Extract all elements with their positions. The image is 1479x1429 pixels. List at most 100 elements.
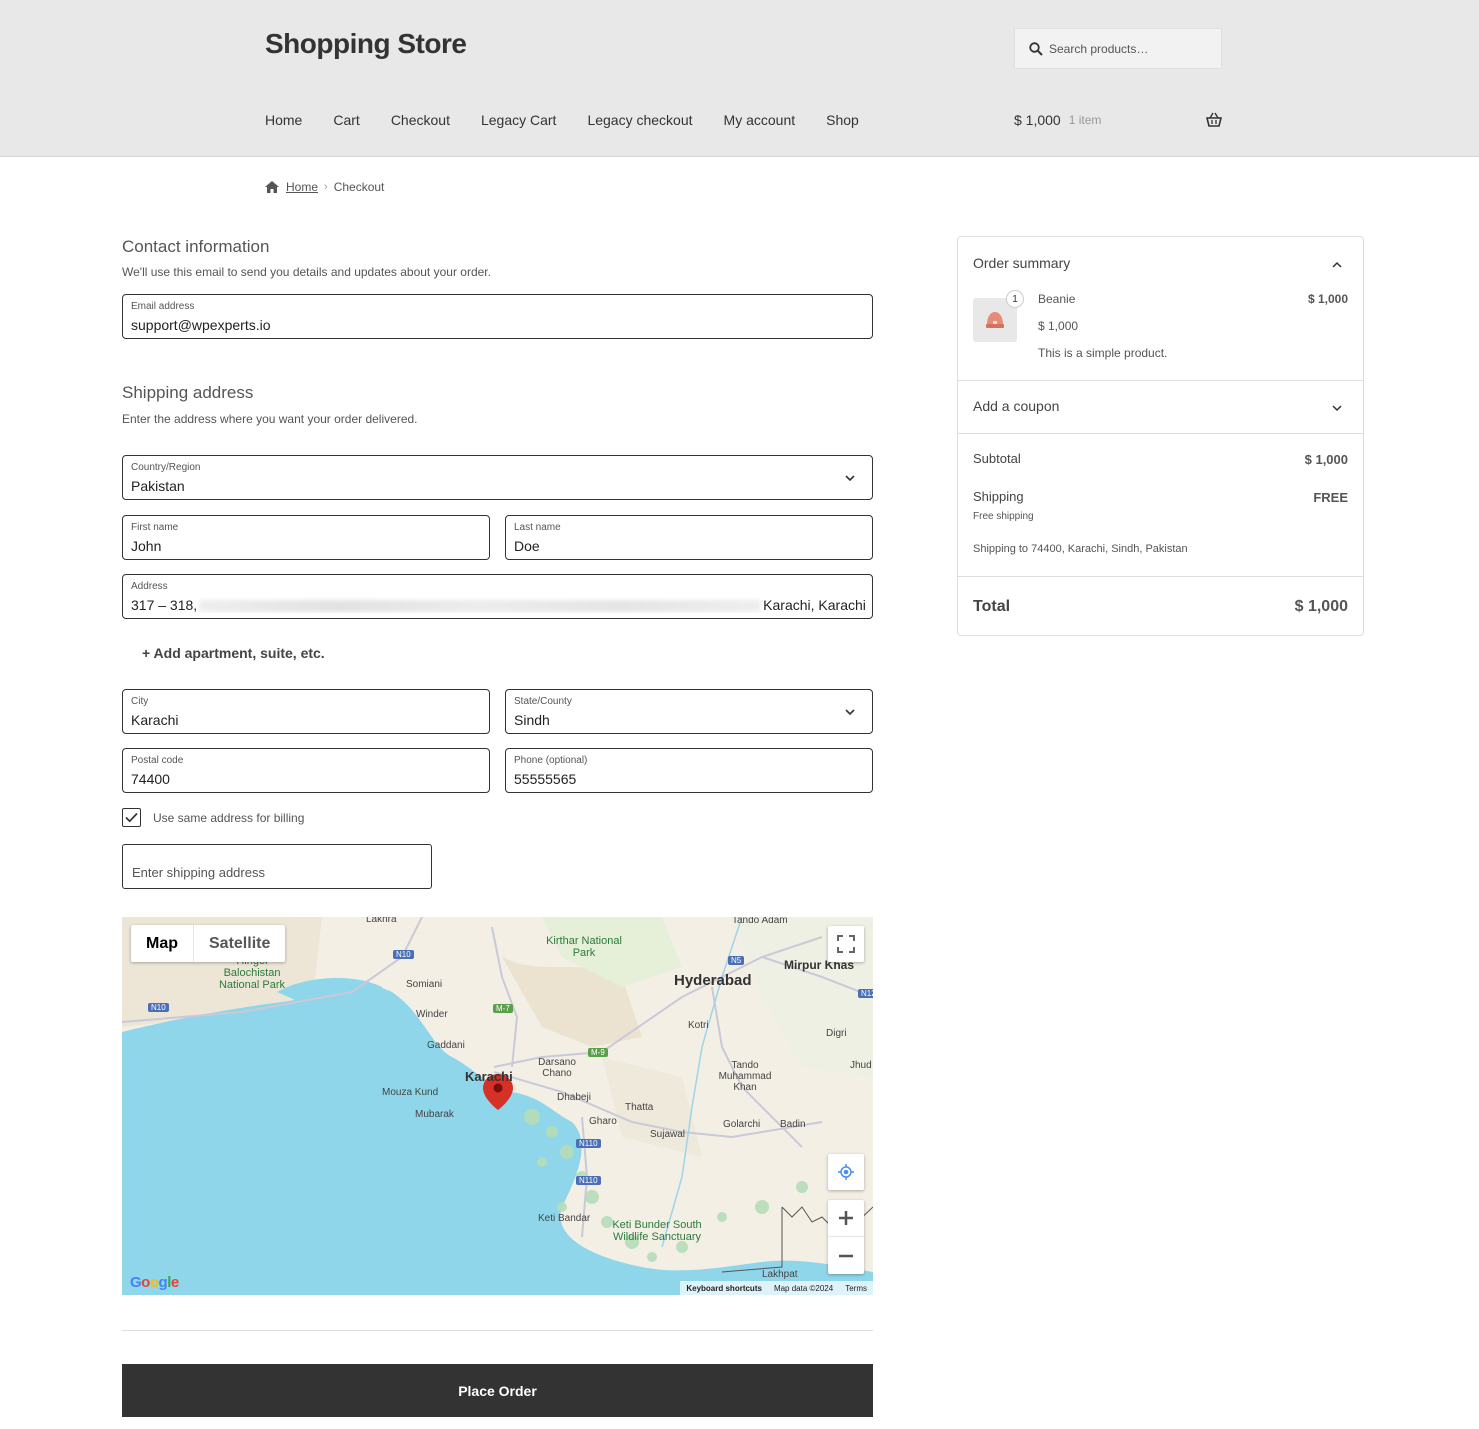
phone-field[interactable]: Phone (optional) 55555565 bbox=[505, 748, 873, 793]
add-apartment-link[interactable]: + Add apartment, suite, etc. bbox=[142, 645, 325, 661]
breadcrumb: Home › Checkout bbox=[265, 180, 384, 194]
last-name-value: Doe bbox=[514, 538, 540, 554]
map-type-map-button[interactable]: Map bbox=[131, 925, 193, 962]
map-label-winder: Winder bbox=[416, 1009, 448, 1020]
cart-count: 1 item bbox=[1068, 113, 1102, 127]
contact-description: We'll use this email to send you details… bbox=[122, 265, 491, 279]
last-name-field[interactable]: Last name Doe bbox=[505, 515, 873, 560]
map-label-mubarak: Mubarak bbox=[415, 1109, 454, 1120]
total-value: $ 1,000 bbox=[1294, 598, 1348, 615]
map-label-dhabeji: Dhabeji bbox=[557, 1092, 591, 1103]
zoom-out-button[interactable] bbox=[828, 1237, 864, 1274]
search-icon bbox=[1029, 41, 1043, 56]
subtotal-label: Subtotal bbox=[973, 451, 1021, 466]
same-billing-row: Use same address for billing bbox=[122, 808, 304, 827]
home-icon bbox=[265, 181, 279, 193]
google-logo[interactable]: Google bbox=[130, 1274, 179, 1291]
road-shield-n10-north: N10 bbox=[393, 950, 414, 959]
country-value: Pakistan bbox=[131, 478, 185, 494]
address-field[interactable]: Address 317 – 318, Karachi, Karachi C bbox=[122, 574, 873, 619]
map[interactable]: Lakhra Tando Adam Kirthar National Park … bbox=[122, 917, 873, 1295]
zoom-control bbox=[828, 1200, 864, 1274]
postal-code-value: 74400 bbox=[131, 771, 170, 787]
subtotal-value: $ 1,000 bbox=[1304, 452, 1348, 467]
nav-legacy-checkout[interactable]: Legacy checkout bbox=[587, 112, 692, 128]
map-label-gharo: Gharo bbox=[589, 1116, 617, 1127]
chevron-down-icon bbox=[845, 475, 855, 482]
phone-label: Phone (optional) bbox=[514, 755, 588, 766]
postal-code-field[interactable]: Postal code 74400 bbox=[122, 748, 490, 793]
nav-my-account[interactable]: My account bbox=[724, 112, 796, 128]
first-name-label: First name bbox=[131, 522, 179, 533]
chevron-down-icon bbox=[845, 709, 855, 716]
cart-total: $ 1,000 bbox=[1014, 112, 1061, 128]
same-billing-checkbox[interactable] bbox=[122, 808, 141, 827]
shipping-address-search[interactable] bbox=[122, 844, 432, 889]
order-summary-items: Order summary 1 Beanie $ 1,000 $ 1,000 T… bbox=[958, 237, 1363, 381]
map-label-karachi: Karachi bbox=[465, 1069, 513, 1084]
first-name-field[interactable]: First name John bbox=[122, 515, 490, 560]
map-label-lakhra: Lakhra bbox=[366, 917, 397, 925]
site-header: Shopping Store Home Cart Checkout Legacy… bbox=[0, 0, 1479, 157]
breadcrumb-home[interactable]: Home bbox=[286, 180, 318, 194]
map-label-somiani: Somiani bbox=[406, 979, 443, 990]
search-box[interactable] bbox=[1014, 28, 1222, 69]
chevron-up-icon[interactable] bbox=[1331, 260, 1343, 270]
primary-nav: Home Cart Checkout Legacy Cart Legacy ch… bbox=[265, 112, 890, 128]
nav-legacy-cart[interactable]: Legacy Cart bbox=[481, 112, 556, 128]
shipping-value: FREE bbox=[1313, 490, 1348, 505]
shipping-address-input[interactable] bbox=[132, 865, 422, 880]
nav-cart[interactable]: Cart bbox=[333, 112, 359, 128]
email-field[interactable]: Email address support@wpexperts.io bbox=[122, 294, 873, 339]
chevron-down-icon[interactable] bbox=[1331, 403, 1343, 413]
item-description: This is a simple product. bbox=[1038, 346, 1168, 360]
nav-home[interactable]: Home bbox=[265, 112, 302, 128]
email-label: Email address bbox=[131, 301, 195, 312]
total-row: Total $ 1,000 bbox=[958, 577, 1363, 635]
coupon-row[interactable]: Add a coupon bbox=[958, 381, 1363, 434]
map-label-hyderabad: Hyderabad bbox=[674, 972, 752, 989]
total-label: Total bbox=[973, 598, 1011, 615]
fullscreen-button[interactable] bbox=[828, 926, 864, 962]
map-label-tando-muhammad-khan: Tando Muhammad Khan bbox=[718, 1060, 772, 1093]
map-label-jhud: Jhud bbox=[850, 1060, 872, 1071]
search-input[interactable] bbox=[1049, 41, 1209, 56]
road-shield-n10: N10 bbox=[148, 1003, 169, 1012]
order-summary-title[interactable]: Order summary bbox=[973, 255, 1070, 271]
address-label: Address bbox=[131, 581, 168, 592]
map-footer: Keyboard shortcuts Map data ©2024 Terms bbox=[680, 1281, 873, 1295]
city-field[interactable]: City Karachi bbox=[122, 689, 490, 734]
place-order-button[interactable]: Place Order bbox=[122, 1364, 873, 1417]
nav-shop[interactable]: Shop bbox=[826, 112, 859, 128]
basket-icon bbox=[1206, 112, 1222, 127]
terms-link[interactable]: Terms bbox=[839, 1284, 873, 1293]
map-label-thatta: Thatta bbox=[625, 1102, 654, 1113]
map-label-keti-bandar: Keti Bandar bbox=[538, 1213, 591, 1224]
zoom-in-button[interactable] bbox=[828, 1200, 864, 1237]
road-shield-n5: N5 bbox=[728, 956, 745, 965]
add-coupon-label[interactable]: Add a coupon bbox=[973, 398, 1059, 414]
map-label-lakhpat: Lakhpat bbox=[762, 1269, 798, 1280]
phone-value: 55555565 bbox=[514, 771, 577, 787]
nav-checkout[interactable]: Checkout bbox=[391, 112, 450, 128]
map-label-kotri: Kotri bbox=[688, 1020, 709, 1031]
road-shield-n110-south: N110 bbox=[576, 1176, 601, 1185]
state-value: Sindh bbox=[514, 712, 550, 728]
divider bbox=[122, 1330, 873, 1331]
map-label-gaddani: Gaddani bbox=[427, 1040, 465, 1051]
map-type-satellite-button[interactable]: Satellite bbox=[193, 925, 285, 962]
site-title[interactable]: Shopping Store bbox=[265, 28, 467, 60]
map-data-text: Map data ©2024 bbox=[773, 1283, 834, 1293]
last-name-label: Last name bbox=[514, 522, 561, 533]
breadcrumb-current: Checkout bbox=[333, 180, 385, 194]
shipping-label: Shipping bbox=[973, 489, 1024, 504]
country-select[interactable]: Country/Region Pakistan bbox=[122, 455, 873, 500]
my-location-button[interactable] bbox=[828, 1154, 864, 1190]
address-suffix: Karachi, Karachi C bbox=[763, 597, 866, 613]
keyboard-shortcuts-link[interactable]: Keyboard shortcuts bbox=[680, 1284, 768, 1293]
road-shield-n12: N12 bbox=[858, 989, 873, 998]
plus-icon bbox=[839, 1211, 853, 1225]
state-select[interactable]: State/County Sindh bbox=[505, 689, 873, 734]
contact-title: Contact information bbox=[122, 237, 270, 256]
header-cart[interactable]: $ 1,000 1 item bbox=[1014, 112, 1222, 128]
